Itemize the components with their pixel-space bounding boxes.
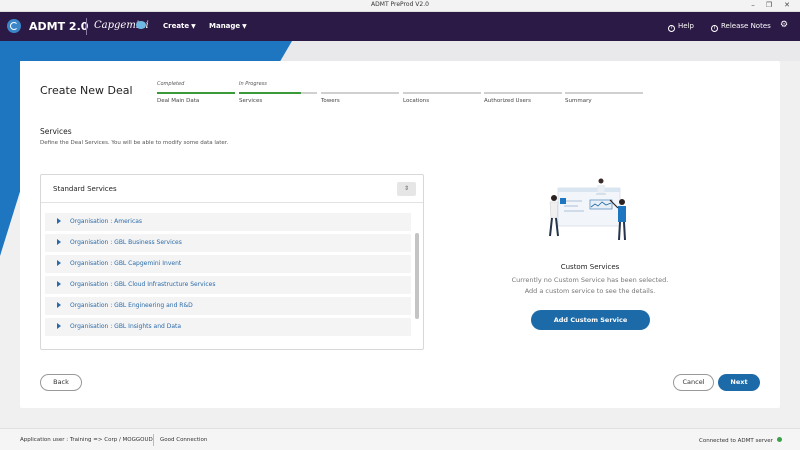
services-list: Organisation : Americas Organisation : G…: [45, 213, 411, 339]
close-icon[interactable]: ✕: [780, 0, 794, 12]
expand-caret-icon[interactable]: [57, 323, 61, 329]
list-item[interactable]: Organisation : GBL Capgemini Invent: [45, 255, 411, 273]
service-label: Organisation : GBL Business Services: [70, 239, 182, 246]
settings-gear-icon[interactable]: ⚙: [780, 20, 788, 30]
list-item[interactable]: Organisation : GBL Business Services: [45, 234, 411, 252]
status-bar: Application user : Training => Corp / MO…: [0, 428, 800, 450]
step-deal-main-data[interactable]: Completed Deal Main Data: [157, 81, 235, 104]
nav-create-label: Create: [163, 22, 190, 30]
step-name: Towers: [321, 98, 340, 104]
help-icon: ?: [668, 25, 675, 32]
info-icon: i: [711, 25, 718, 32]
expand-caret-icon[interactable]: [57, 302, 61, 308]
next-button[interactable]: Next: [718, 374, 760, 391]
step-progress-bar: [484, 92, 562, 94]
sort-toggle-icon[interactable]: ⇕: [397, 182, 416, 196]
status-divider: [153, 434, 154, 446]
step-name: Services: [239, 98, 263, 104]
list-item[interactable]: Organisation : GBL Insights and Data: [45, 318, 411, 336]
panel-divider: [41, 202, 423, 203]
capgemini-spade-icon: [136, 21, 146, 29]
caret-down-icon: ▼: [242, 23, 247, 30]
step-authorized-users[interactable]: Authorized Users: [484, 81, 562, 104]
list-scrollbar[interactable]: [415, 233, 419, 319]
step-locations[interactable]: Locations: [403, 81, 481, 104]
custom-services-title: Custom Services: [560, 263, 620, 271]
service-label: Organisation : GBL Cloud Infrastructure …: [70, 281, 216, 288]
step-status: [565, 81, 643, 88]
list-item[interactable]: Organisation : GBL Cloud Infrastructure …: [45, 276, 411, 294]
service-label: Organisation : GBL Capgemini Invent: [70, 260, 182, 267]
main-card: Create New Deal Completed Deal Main Data…: [20, 61, 780, 408]
step-name: Locations: [403, 98, 430, 104]
caret-down-icon: ▼: [191, 23, 196, 30]
cancel-button[interactable]: Cancel: [673, 374, 714, 391]
step-status: [484, 81, 562, 88]
standard-services-title: Standard Services: [53, 185, 117, 193]
step-towers[interactable]: Towers: [321, 81, 399, 104]
nav-create[interactable]: Create ▼: [163, 22, 196, 30]
step-status: Completed: [157, 81, 185, 87]
expand-caret-icon[interactable]: [57, 239, 61, 245]
release-notes-label: Release Notes: [721, 22, 771, 30]
step-progress-bar: [321, 92, 399, 94]
step-status: [403, 81, 481, 88]
release-notes-button[interactable]: i Release Notes: [711, 22, 771, 32]
step-summary[interactable]: Summary: [565, 81, 643, 104]
step-progress-bar: [239, 92, 317, 94]
step-name: Deal Main Data: [157, 98, 200, 104]
step-name: Authorized Users: [484, 98, 531, 104]
step-status: [321, 81, 399, 88]
connection-quality: Good Connection: [160, 437, 208, 443]
background-accent: [0, 41, 292, 61]
service-label: Organisation : Americas: [70, 218, 143, 225]
help-label: Help: [678, 22, 694, 30]
list-item[interactable]: Organisation : Americas: [45, 213, 411, 231]
step-progress-bar: [565, 92, 643, 94]
application-user: Application user : Training => Corp / MO…: [20, 437, 153, 443]
step-progress-bar: [157, 92, 235, 94]
step-progress-bar: [403, 92, 481, 94]
expand-caret-icon[interactable]: [57, 218, 61, 224]
server-status-label: Connected to ADMT server: [699, 438, 773, 444]
expand-caret-icon[interactable]: [57, 281, 61, 287]
add-custom-service-button[interactable]: Add Custom Service: [531, 310, 650, 330]
nav-manage-label: Manage: [209, 22, 241, 30]
window-title: ADMT PreProd V2.0: [371, 1, 429, 8]
nav-manage[interactable]: Manage ▼: [209, 22, 247, 30]
custom-services-hint: Add a custom service to see the details.: [524, 287, 656, 295]
window-titlebar: ADMT PreProd V2.0 – ❐ ✕: [0, 0, 800, 12]
back-button[interactable]: Back: [40, 374, 82, 391]
service-label: Organisation : GBL Engineering and R&D: [70, 302, 193, 309]
services-section-title: Services: [40, 127, 72, 136]
page-title: Create New Deal: [40, 84, 133, 97]
minimize-icon[interactable]: –: [746, 0, 760, 12]
list-item[interactable]: Organisation : GBL Engineering and R&D: [45, 297, 411, 315]
help-button[interactable]: ? Help: [668, 22, 694, 32]
app-header: ADMT 2.0 Capgemini Create ▼ Manage ▼ ? Help…: [0, 12, 800, 41]
step-name: Summary: [565, 98, 592, 104]
services-description: Define the Deal Services. You will be ab…: [40, 140, 229, 146]
step-services[interactable]: In Progress Services: [239, 81, 317, 104]
app-name: ADMT 2.0: [29, 20, 89, 33]
admt-logo-icon: [7, 19, 21, 33]
service-label: Organisation : GBL Insights and Data: [70, 323, 182, 330]
custom-services-illustration: [549, 178, 626, 241]
expand-caret-icon[interactable]: [57, 260, 61, 266]
status-dot-icon: [776, 437, 782, 442]
restore-icon[interactable]: ❐: [762, 0, 776, 12]
custom-services-empty-message: Currently no Custom Service has been sel…: [511, 276, 669, 284]
server-status: Connected to ADMT server: [699, 437, 782, 444]
standard-services-panel: Standard Services ⇕ Organisation : Ameri…: [40, 174, 424, 350]
background-accent-left: [0, 41, 20, 256]
step-status: In Progress: [239, 81, 267, 87]
header-divider: [86, 18, 87, 35]
